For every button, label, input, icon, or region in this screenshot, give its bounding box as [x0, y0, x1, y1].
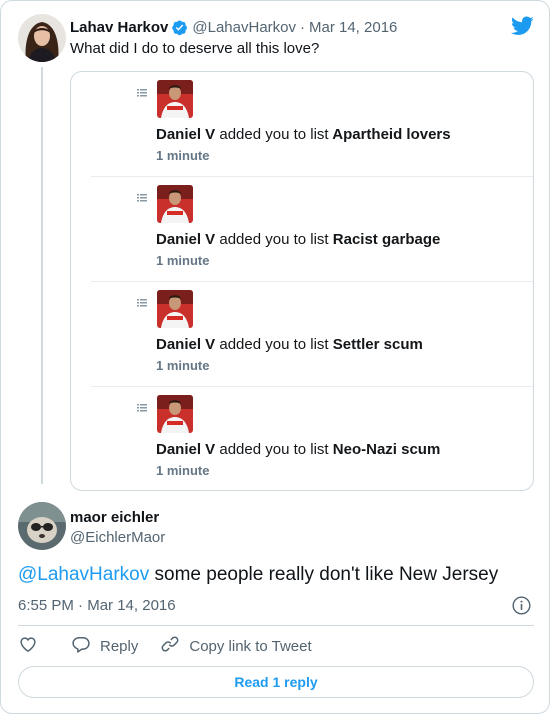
list-icon [137, 84, 147, 97]
read-replies-button[interactable]: Read 1 reply [18, 666, 534, 698]
actor-name: Daniel V [156, 126, 216, 143]
list-notification: Daniel V added you to list Neo-Nazi scum… [91, 387, 533, 490]
notification-text: Daniel V added you to list Settler scum [156, 336, 423, 353]
actor-name: Daniel V [156, 441, 216, 458]
tweet-date[interactable]: Mar 14, 2016 [309, 19, 397, 36]
reply-date: Mar 14, 2016 [87, 597, 176, 614]
link-icon [160, 634, 180, 658]
copy-link-button[interactable]: Copy link to Tweet [160, 634, 312, 658]
action-text: added you to list [219, 126, 329, 143]
reply-label: Reply [100, 637, 139, 655]
actor-name: Daniel V [156, 336, 216, 353]
mention-link[interactable]: @LahavHarkov [18, 564, 149, 585]
reply-author-handle[interactable]: @EichlerMaor [70, 529, 165, 546]
notification-time: 1 minute [156, 463, 210, 478]
heart-icon [18, 634, 38, 658]
info-icon[interactable] [511, 595, 532, 616]
like-button[interactable] [18, 634, 38, 658]
list-name: Settler scum [332, 336, 423, 353]
separator-dot: · [78, 597, 84, 614]
separator-dot: · [300, 18, 305, 36]
list-name: Racist garbage [332, 231, 441, 248]
copy-link-label: Copy link to Tweet [189, 637, 312, 655]
list-name: Apartheid lovers [332, 126, 451, 143]
reply-bubble-icon [71, 634, 91, 658]
notification-time: 1 minute [156, 253, 210, 268]
tweet-actions-bar: Reply Copy link to Tweet [18, 635, 312, 657]
author-name[interactable]: Lahav Harkov [70, 19, 168, 36]
verified-badge-icon [171, 19, 188, 36]
list-icon [137, 399, 147, 412]
notification-time: 1 minute [156, 148, 210, 163]
reply-button[interactable]: Reply [71, 634, 138, 658]
reply-tweet-text: @LahavHarkov some people really don't li… [18, 564, 498, 586]
notification-avatar [157, 290, 193, 328]
list-icon [137, 189, 147, 202]
notification-text: Daniel V added you to list Apartheid lov… [156, 126, 451, 143]
twitter-bird-icon[interactable] [510, 16, 534, 36]
list-notification: Daniel V added you to list Racist garbag… [91, 177, 533, 282]
list-name: Neo-Nazi scum [332, 441, 441, 458]
reply-timestamp[interactable]: 6:55 PM · Mar 14, 2016 [18, 597, 176, 614]
actor-name: Daniel V [156, 231, 216, 248]
action-text: added you to list [219, 441, 329, 458]
notification-avatar [157, 395, 193, 433]
list-notification: Daniel V added you to list Apartheid lov… [91, 72, 533, 177]
notification-avatar [157, 185, 193, 223]
list-notification: Daniel V added you to list Settler scum … [91, 282, 533, 387]
parent-tweet-header: Lahav Harkov @LahavHarkov · Mar 14, 2016 [70, 17, 397, 37]
action-text: added you to list [219, 336, 329, 353]
reply-body: some people really don't like New Jersey [149, 564, 499, 585]
avatar-maor-eichler[interactable] [18, 502, 66, 550]
avatar-lahav-harkov[interactable] [18, 14, 66, 62]
thread-connector-line [41, 67, 43, 484]
notification-text: Daniel V added you to list Neo-Nazi scum [156, 441, 440, 458]
author-handle[interactable]: @LahavHarkov [192, 19, 296, 36]
reply-author-name[interactable]: maor eichler [70, 509, 159, 526]
embedded-image-card[interactable]: Daniel V added you to list Apartheid lov… [70, 71, 534, 491]
notification-text: Daniel V added you to list Racist garbag… [156, 231, 440, 248]
embedded-tweet-thread: Lahav Harkov @LahavHarkov · Mar 14, 2016… [0, 0, 550, 714]
list-icon [137, 294, 147, 307]
reply-time: 6:55 PM [18, 597, 74, 614]
divider [18, 625, 534, 626]
notification-time: 1 minute [156, 358, 210, 373]
action-text: added you to list [219, 231, 329, 248]
parent-tweet-text: What did I do to deserve all this love? [70, 40, 320, 57]
notification-avatar [157, 80, 193, 118]
